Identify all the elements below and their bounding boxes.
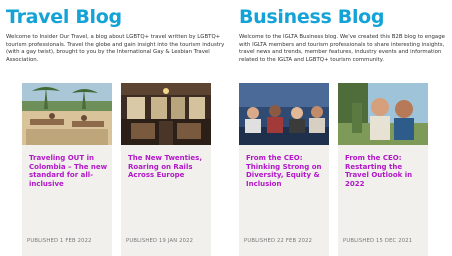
- post-image-train-interior[interactable]: [121, 83, 211, 145]
- post-title[interactable]: From the CEO: Thinking Strong on Diversi…: [246, 154, 326, 188]
- post-date: PUBLISHED 22 FEB 2022: [244, 238, 313, 244]
- post-date: PUBLISHED 1 FEB 2022: [27, 238, 92, 244]
- blog-post-card[interactable]: The New Twenties, Roaring on Rails Acros…: [121, 83, 211, 256]
- post-date: PUBLISHED 19 JAN 2022: [126, 238, 194, 244]
- post-title[interactable]: The New Twenties, Roaring on Rails Acros…: [128, 154, 208, 180]
- post-title[interactable]: Traveling OUT in Colombia – The new stan…: [29, 154, 109, 188]
- post-title[interactable]: From the CEO: Restarting the Travel Outl…: [345, 154, 425, 188]
- post-image-colombia-beach[interactable]: [22, 83, 112, 145]
- blog-post-card[interactable]: From the CEO: Restarting the Travel Outl…: [338, 83, 428, 256]
- travel-blog-title: Travel Blog: [6, 6, 122, 28]
- post-image-meeting[interactable]: [239, 83, 329, 145]
- travel-blog-description: Welcome to Insider Our Travel, a blog ab…: [6, 34, 225, 63]
- post-image-selfie[interactable]: [338, 83, 428, 145]
- business-blog-title: Business Blog: [239, 6, 385, 28]
- post-date: PUBLISHED 15 DEC 2021: [343, 238, 413, 244]
- blog-post-card[interactable]: From the CEO: Thinking Strong on Diversi…: [239, 83, 329, 256]
- business-blog-description: Welcome to the IGLTA Business blog. We'v…: [239, 34, 445, 63]
- blog-post-card[interactable]: Traveling OUT in Colombia – The new stan…: [22, 83, 112, 256]
